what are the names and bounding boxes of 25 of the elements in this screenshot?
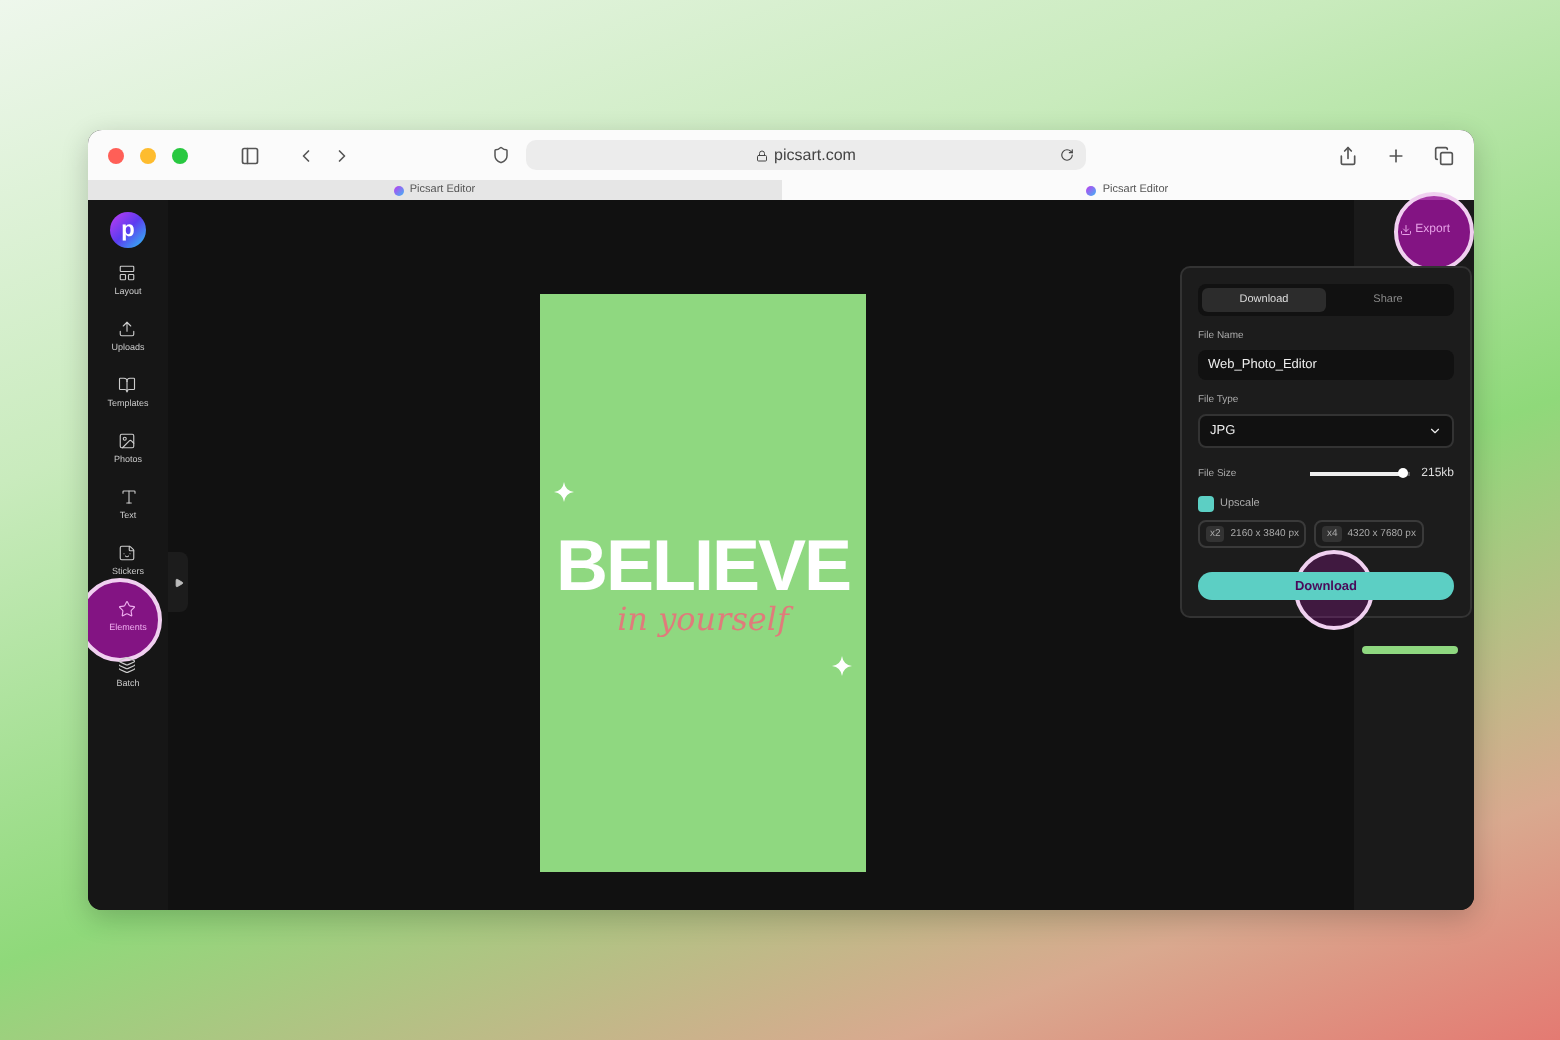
chevron-down-icon <box>1428 424 1442 438</box>
upscale-checkbox[interactable] <box>1198 496 1214 512</box>
book-icon <box>118 376 137 394</box>
upload-icon <box>118 320 137 338</box>
shield-icon[interactable] <box>492 146 510 164</box>
script-text: in yourself <box>617 604 789 636</box>
new-tab-icon[interactable] <box>1386 145 1406 165</box>
sparkle-icon <box>554 482 574 502</box>
collapse-handle[interactable] <box>168 552 188 612</box>
text-icon <box>119 488 137 506</box>
layer-bar <box>1362 646 1458 654</box>
layers-icon <box>118 656 137 674</box>
headline-text: BELIEVE <box>555 530 851 602</box>
image-icon <box>118 432 137 450</box>
app-logo: p <box>110 212 146 248</box>
address-bar[interactable]: picsart.com <box>526 140 1086 170</box>
close-button[interactable] <box>108 147 124 163</box>
sparkle-icon <box>832 656 852 676</box>
sidebar-icon[interactable] <box>240 145 260 165</box>
download-icon <box>1399 224 1412 236</box>
star-icon <box>118 600 137 618</box>
tabs-icon[interactable] <box>1434 145 1454 165</box>
layout-icon <box>118 264 137 282</box>
share-icon[interactable] <box>1338 145 1358 165</box>
sticker-icon <box>118 544 137 562</box>
